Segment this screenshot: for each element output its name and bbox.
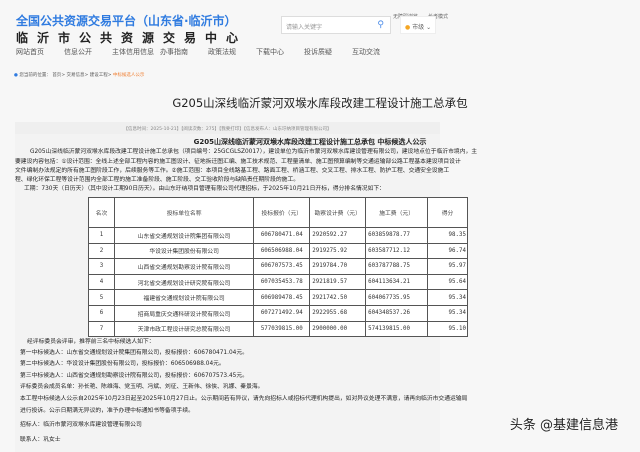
construction-fee-cell: 603859878.77: [365, 227, 429, 244]
nav-policy[interactable]: 政策法规: [208, 47, 256, 57]
after-line: 本工程中标候选人公示自2025年10月23日起至2025年10月27日止。公示期…: [20, 396, 468, 402]
breadcrumb-label: 您当前的位置：: [19, 73, 51, 78]
tenderer: 招标人：临沂市蒙河双堠水库建设管理有限公司: [20, 422, 142, 428]
city-select[interactable]: ● 市级 ⌄: [400, 16, 436, 34]
rank-cell: 4: [88, 273, 115, 291]
nav-home[interactable]: 网站首页: [16, 47, 64, 57]
bidder-cell: 山西省交通规划勘察设计院有限公司: [113, 258, 255, 275]
paragraph-line: G205山深线临沂蒙河双堠水库段改建工程设计施工总承包（项目编号：25GCGLS…: [30, 149, 478, 155]
nav-complaint[interactable]: 投诉质疑: [304, 47, 352, 57]
construction-fee-cell: 604067735.95: [365, 289, 429, 306]
nav-credit[interactable]: 主体信用信息: [112, 47, 160, 57]
paragraph-line: 程、绿化环保工程等设计范围内全部工程的施工准备阶段、施工阶段、交工验收阶段与缺陷…: [15, 177, 300, 183]
rank-cell: 6: [88, 304, 115, 322]
construction-fee-cell: 574139815.00: [365, 320, 429, 338]
table-header-row: 名次 投标单位名称 投标报价（元） 勘察设计费（元） 施工费（元） 得分: [88, 197, 468, 228]
construction-fee-cell: 604113634.21: [365, 273, 429, 291]
after-line: 评标委员会成员名单：孙长艳、陈维海、党玉明、冯斌、刘征、王新伟、徐侠、巩娜、秦景…: [20, 384, 264, 390]
bidder-cell: 福建省交通规划设计院有限公司: [113, 289, 255, 306]
design-fee-cell: 2900000.00: [309, 320, 367, 338]
col-score: 得分: [427, 197, 468, 228]
bid-price-cell: 606780471.04: [253, 227, 311, 244]
bid-price-cell: 607035453.78: [253, 273, 311, 291]
design-fee-cell: 2919784.70: [309, 258, 367, 275]
table-row: 2 华设设计集团股份有限公司 606506988.04 2919275.92 60358…: [88, 242, 468, 260]
bid-price-cell: 606989478.45: [253, 289, 311, 306]
after-line: 进行投诉。公示日期满无异议的，准予办理中标通知书等备项手续。: [20, 408, 194, 414]
col-construction-fee: 施工费（元）: [365, 197, 429, 228]
search-placeholder: 请输入关键字: [286, 24, 323, 31]
construction-fee-cell: 603587712.12: [365, 242, 429, 260]
table-row: 3 山西省交通规划勘察设计院有限公司 606707573.45 2919784.70 6…: [88, 258, 468, 275]
nav-info[interactable]: 信息公开: [64, 47, 112, 57]
bid-price-cell: 607271492.94: [253, 304, 311, 322]
bidder-cell: 华设设计集团股份有限公司: [113, 242, 255, 260]
bidder-cell: 招商局重庆交通科研设计院有限公司: [113, 304, 255, 322]
bid-price-cell: 577039815.00: [253, 320, 311, 338]
after-line: 第三中标候选人：山西省交通规划勘察设计院有限公司，投标报价：606707573.…: [20, 373, 248, 379]
score-cell: 96.74: [427, 242, 468, 260]
score-cell: 95.10: [427, 320, 468, 338]
design-fee-cell: 2920592.27: [309, 227, 367, 244]
paragraph-line: 工期：730天（日历天）（其中设计工期90日历天）。由山东玗纳项目管理有限公司代…: [24, 186, 385, 192]
col-bidder: 投标单位名称: [113, 197, 255, 228]
rank-cell: 2: [88, 242, 115, 260]
score-cell: 95.97: [427, 258, 468, 275]
brand-title: 全国公共资源交易平台（山东省·临沂市）: [16, 14, 237, 28]
location-pin-icon: ●: [405, 24, 411, 31]
score-table: 名次 投标单位名称 投标报价（元） 勘察设计费（元） 施工费（元） 得分 1 山东…: [88, 197, 468, 338]
contact-person: 联系人：巩女士: [20, 437, 61, 443]
bidder-cell: 山东省交通规划设计院集团有限公司: [113, 227, 255, 244]
bidder-cell: 天津市政工程设计研究总院有限公司: [113, 320, 255, 338]
search-icon[interactable]: ⚲: [377, 20, 384, 30]
city-select-value: 市级: [412, 24, 425, 31]
nav-guide[interactable]: 办事指南: [160, 47, 208, 57]
nav-download[interactable]: 下载中心: [256, 47, 304, 57]
bid-price-cell: 606506988.04: [253, 242, 311, 260]
breadcrumb-construction[interactable]: 建设工程: [90, 73, 108, 78]
design-fee-cell: 2921742.50: [309, 289, 367, 306]
construction-fee-cell: 604348537.26: [365, 304, 429, 322]
table-row: 6 招商局重庆交通科研设计院有限公司 607271492.94 2922955.68 6…: [88, 304, 468, 322]
location-icon: ●: [14, 73, 18, 78]
brand-subtitle: 临沂市公共资源交易中心: [16, 31, 248, 45]
page-title: G205山深线临沂蒙河双堠水库段改建工程设计施工总承包: [172, 96, 468, 110]
col-bid-price: 投标报价（元）: [253, 197, 311, 228]
table-row: 1 山东省交通规划设计院集团有限公司 606780471.04 2920592.27 6…: [88, 227, 468, 244]
rank-cell: 3: [88, 258, 115, 275]
nav-interaction[interactable]: 互动交流: [352, 47, 400, 57]
article-meta: 【信息时间：2025-10-21】【阅读次数：275】【我要打印】【信息发布人：…: [15, 122, 440, 134]
score-cell: 98.35: [427, 227, 468, 244]
breadcrumb-current: 中标候选人公示: [112, 73, 145, 78]
design-fee-cell: 2922955.68: [309, 304, 367, 322]
score-cell: 95.34: [427, 304, 468, 322]
score-cell: 95.64: [427, 273, 468, 291]
after-line: 第二中标候选人：华设设计集团股份有限公司，投标报价：606506988.04元。: [20, 361, 225, 367]
design-fee-cell: 2921819.57: [309, 273, 367, 291]
paragraph-line: 文件编制办法规定的所有施工图阶段工作，后续服务等工作。②施工范围：本项目全线路基…: [15, 168, 450, 174]
breadcrumb-trade[interactable]: 交易信息: [67, 73, 85, 78]
bidder-cell: 河北省交通规划设计研究院有限公司: [113, 273, 255, 291]
construction-fee-cell: 603787788.75: [365, 258, 429, 275]
rank-cell: 1: [88, 227, 115, 244]
bid-price-cell: 606707573.45: [253, 258, 311, 275]
table-row: 7 天津市政工程设计研究总院有限公司 577039815.00 2900000.00 5…: [88, 320, 468, 338]
table-row: 4 河北省交通规划设计研究院有限公司 607035453.78 2921819.57 6…: [88, 273, 468, 291]
table-row: 5 福建省交通规划设计院有限公司 606989478.45 2921742.50 604…: [88, 289, 468, 306]
after-line: 第一中标候选人：山东省交通规划设计院集团有限公司，投标报价：606780471.…: [20, 350, 248, 356]
col-design-fee: 勘察设计费（元）: [309, 197, 367, 228]
rank-cell: 5: [88, 289, 115, 306]
main-nav: 网站首页 信息公开 主体信用信息 办事指南 政策法规 下载中心 投诉质疑 互动交…: [16, 47, 400, 57]
col-rank: 名次: [88, 197, 115, 228]
search-input[interactable]: 请输入关键字 ⚲: [281, 16, 391, 34]
breadcrumb: ● 您当前的位置： 首页> 交易信息> 建设工程> 中标候选人公示: [14, 73, 145, 78]
breadcrumb-home[interactable]: 首页: [52, 73, 61, 78]
after-line: 经评标委员会评审，推荐前三名中标候选人如下：: [27, 339, 155, 345]
design-fee-cell: 2919275.92: [309, 242, 367, 260]
score-cell: 95.34: [427, 289, 468, 306]
watermark: 头条 @基建信息港: [509, 418, 618, 433]
chevron-down-icon: ⌄: [426, 24, 432, 31]
paragraph-line: 要建设内容包括：①设计范围：全线上述全部工程内容的施工图设计、征地拆迁图汇编、施…: [15, 159, 461, 165]
rank-cell: 7: [88, 320, 115, 338]
